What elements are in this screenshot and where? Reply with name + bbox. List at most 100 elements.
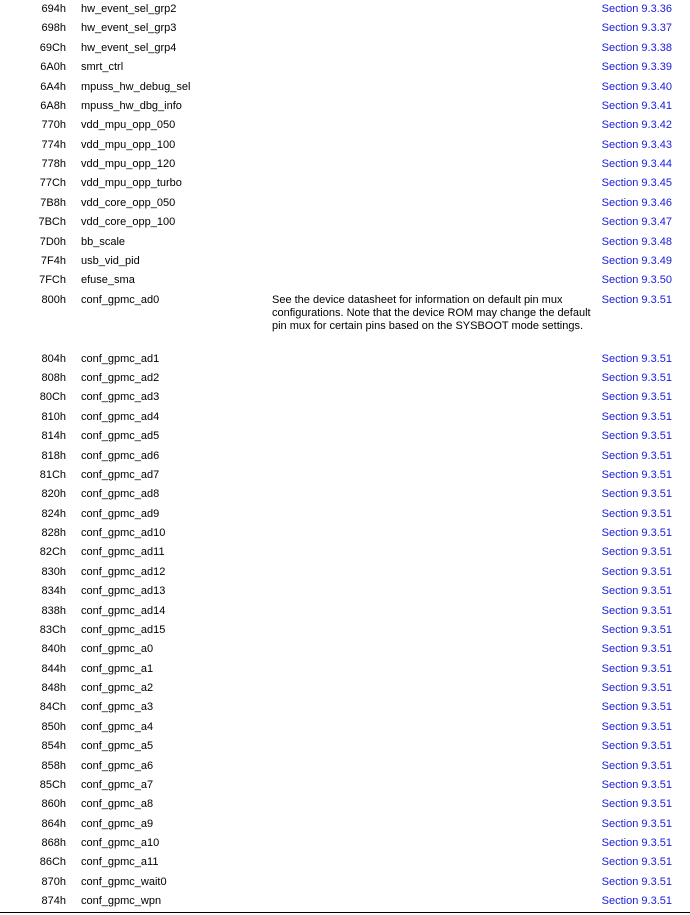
register-description <box>272 350 599 369</box>
section-link[interactable]: Section 9.3.51 <box>602 760 672 772</box>
section-link[interactable]: Section 9.3.51 <box>602 818 672 830</box>
register-offset: 838h <box>41 604 66 617</box>
register-description <box>272 39 599 58</box>
register-offset: 84Ch <box>39 701 66 714</box>
register-acronym: hw_event_sel_grp2 <box>81 3 177 15</box>
section-link[interactable]: Section 9.3.43 <box>602 139 672 151</box>
section-link[interactable]: Section 9.3.51 <box>602 508 672 520</box>
register-description <box>272 466 599 485</box>
section-link[interactable]: Section 9.3.39 <box>602 61 672 73</box>
register-offset: 698h <box>41 22 66 35</box>
table-row: 85Ch conf_gpmc_a7 Section 9.3.51 <box>0 776 690 795</box>
section-cell: Section 9.3.51 <box>599 718 690 737</box>
table-row: 820h conf_gpmc_ad8 Section 9.3.51 <box>0 485 690 504</box>
offset-cell: 824h <box>0 505 66 524</box>
section-cell: Section 9.3.51 <box>599 505 690 524</box>
register-description: See the device datasheet for information… <box>272 293 591 332</box>
register-offset: 86Ch <box>39 856 66 869</box>
offset-cell: 770h <box>0 116 66 135</box>
section-link[interactable]: Section 9.3.40 <box>602 81 672 93</box>
section-cell: Section 9.3.39 <box>599 58 690 77</box>
table-row: 86Ch conf_gpmc_a11 Section 9.3.51 <box>0 853 690 872</box>
section-link[interactable]: Section 9.3.51 <box>602 294 672 306</box>
section-cell: Section 9.3.51 <box>599 621 690 640</box>
register-description <box>272 271 599 290</box>
section-link[interactable]: Section 9.3.51 <box>602 546 672 558</box>
section-link[interactable]: Section 9.3.37 <box>602 22 672 34</box>
section-cell: Section 9.3.51 <box>599 795 690 814</box>
register-offset: 7FCh <box>39 274 66 287</box>
register-description <box>272 737 599 756</box>
register-offset: 80Ch <box>39 391 66 404</box>
section-link[interactable]: Section 9.3.49 <box>602 255 672 267</box>
register-acronym: conf_gpmc_a11 <box>81 856 159 869</box>
register-description <box>272 194 599 213</box>
section-link[interactable]: Section 9.3.51 <box>602 779 672 791</box>
register-description <box>272 116 599 135</box>
section-link[interactable]: Section 9.3.38 <box>602 42 672 54</box>
section-link[interactable]: Section 9.3.51 <box>602 469 672 481</box>
table-row: 800h conf_gpmc_ad0 See the device datashee… <box>0 291 690 350</box>
section-link[interactable]: Section 9.3.51 <box>602 566 672 578</box>
section-link[interactable]: Section 9.3.51 <box>602 527 672 539</box>
section-link[interactable]: Section 9.3.46 <box>602 197 672 209</box>
section-link[interactable]: Section 9.3.51 <box>602 488 672 500</box>
section-link[interactable]: Section 9.3.51 <box>602 876 672 888</box>
section-link[interactable]: Section 9.3.36 <box>602 3 672 15</box>
section-link[interactable]: Section 9.3.44 <box>602 158 672 170</box>
section-link[interactable]: Section 9.3.48 <box>602 236 672 248</box>
register-acronym: vdd_core_opp_050 <box>81 196 176 209</box>
section-link[interactable]: Section 9.3.41 <box>602 100 672 112</box>
offset-cell: 82Ch <box>0 543 66 562</box>
section-link[interactable]: Section 9.3.47 <box>602 216 672 228</box>
section-link[interactable]: Section 9.3.51 <box>602 895 672 907</box>
section-link[interactable]: Section 9.3.51 <box>602 856 672 868</box>
section-link[interactable]: Section 9.3.51 <box>602 585 672 597</box>
section-link[interactable]: Section 9.3.51 <box>602 624 672 636</box>
section-link[interactable]: Section 9.3.51 <box>602 430 672 442</box>
section-link[interactable]: Section 9.3.51 <box>602 721 672 733</box>
section-link[interactable]: Section 9.3.51 <box>602 701 672 713</box>
section-link[interactable]: Section 9.3.51 <box>602 682 672 694</box>
table-row: 7BCh vdd_core_opp_100 Section 9.3.47 <box>0 213 690 232</box>
section-link[interactable]: Section 9.3.51 <box>602 837 672 849</box>
offset-cell: 778h <box>0 155 66 174</box>
register-acronym: conf_gpmc_ad13 <box>81 585 166 598</box>
section-cell: Section 9.3.42 <box>599 116 690 135</box>
section-cell: Section 9.3.51 <box>599 757 690 776</box>
section-link[interactable]: Section 9.3.51 <box>602 450 672 462</box>
section-link[interactable]: Section 9.3.51 <box>602 798 672 810</box>
table-row: 804h conf_gpmc_ad1 Section 9.3.51 <box>0 350 690 369</box>
section-link[interactable]: Section 9.3.45 <box>602 177 672 189</box>
register-description <box>272 369 599 388</box>
register-offset: 814h <box>41 430 66 443</box>
section-link[interactable]: Section 9.3.50 <box>602 274 672 286</box>
table-row: 698h hw_event_sel_grp3 Section 9.3.37 <box>0 19 690 38</box>
register-description <box>272 408 599 427</box>
register-description <box>272 602 599 621</box>
offset-cell: 77Ch <box>0 174 66 193</box>
section-cell: Section 9.3.51 <box>599 388 690 407</box>
register-acronym: conf_gpmc_wpn <box>66 892 272 913</box>
register-acronym: conf_gpmc_wait0 <box>81 875 167 888</box>
offset-cell: 850h <box>0 718 66 737</box>
section-link[interactable]: Section 9.3.51 <box>602 411 672 423</box>
offset-cell: 6A0h <box>0 58 66 77</box>
register-offset: 868h <box>41 837 66 849</box>
section-link[interactable]: Section 9.3.51 <box>602 643 672 655</box>
section-link[interactable]: Section 9.3.51 <box>602 605 672 617</box>
section-link[interactable]: Section 9.3.51 <box>602 391 672 403</box>
table-row: 6A0h smrt_ctrl Section 9.3.39 <box>0 58 690 77</box>
register-acronym: conf_gpmc_ad11 <box>81 546 165 559</box>
section-link[interactable]: Section 9.3.51 <box>602 372 672 384</box>
section-link[interactable]: Section 9.3.42 <box>602 119 672 131</box>
register-description <box>272 698 599 717</box>
section-cell: Section 9.3.49 <box>599 252 690 271</box>
section-link[interactable]: Section 9.3.51 <box>602 740 672 752</box>
section-link[interactable]: Section 9.3.51 <box>602 353 672 365</box>
register-offset: 778h <box>41 158 66 170</box>
offset-cell: 838h <box>0 602 66 621</box>
section-link[interactable]: Section 9.3.51 <box>602 663 672 675</box>
register-offset: 810h <box>41 410 66 423</box>
register-offset: 774h <box>41 138 66 151</box>
